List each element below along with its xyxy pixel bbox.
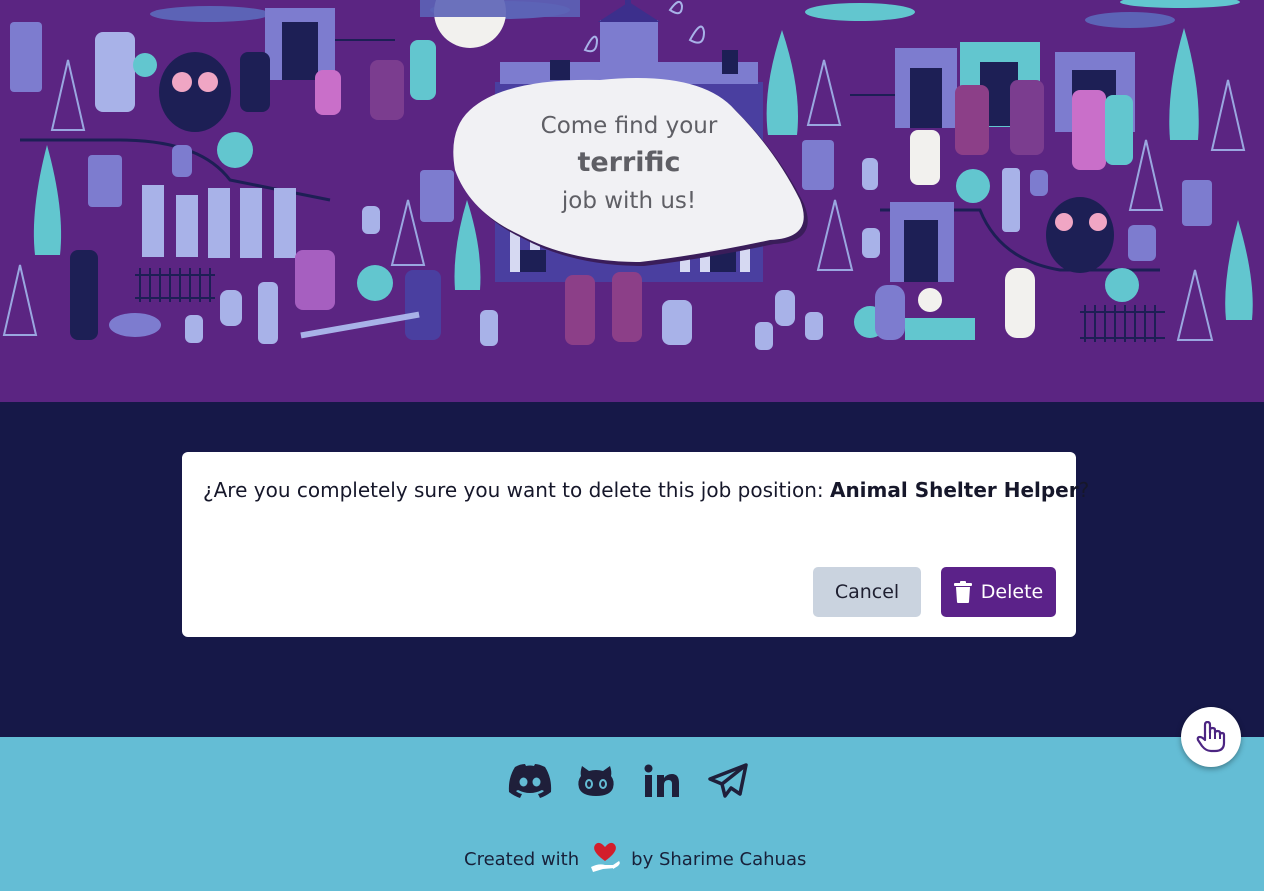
delete-label: Delete — [980, 581, 1044, 603]
linkedin-icon — [644, 764, 679, 797]
hero-banner: Come find your terrific job with us! — [0, 0, 1264, 402]
pointer-hand-icon — [1196, 721, 1226, 753]
hero-tagline: Come find your terrific job with us! — [498, 108, 760, 220]
paper-plane-icon — [708, 763, 748, 798]
delete-button[interactable]: Delete — [941, 567, 1056, 617]
cancel-label: Cancel — [834, 581, 900, 603]
tagline-line-3: job with us! — [561, 188, 697, 214]
confirmation-message: ¿Are you completely sure you want to del… — [203, 478, 1089, 502]
credit-prefix: Created with — [464, 849, 580, 870]
main-content: ¿Are you completely sure you want to del… — [0, 402, 1264, 737]
discord-link[interactable] — [508, 761, 552, 801]
credit-line: Created with by Sharime Cahuas — [464, 841, 806, 878]
delete-confirmation-dialog: ¿Are you completely sure you want to del… — [182, 452, 1089, 637]
github-icon — [578, 766, 614, 796]
tagline-line-1: Come find your — [540, 113, 718, 139]
credit-suffix: by Sharime Cahuas — [631, 849, 807, 870]
floating-accessibility-button[interactable] — [1181, 707, 1241, 767]
heart-hand-icon — [589, 841, 621, 878]
tagline-line-2: terrific — [577, 147, 681, 178]
github-link[interactable] — [574, 761, 618, 801]
discord-icon — [508, 764, 552, 798]
trash-icon — [953, 581, 972, 603]
linkedin-link[interactable] — [640, 761, 684, 801]
social-links — [508, 761, 750, 801]
message-suffix: ? — [1078, 478, 1090, 502]
telegram-link[interactable] — [706, 761, 750, 801]
message-prefix: ¿Are you completely sure you want to del… — [203, 478, 830, 502]
cancel-button[interactable]: Cancel — [813, 567, 921, 617]
job-title: Animal Shelter Helper — [829, 478, 1079, 502]
footer: Created with by Sharime Cahuas — [0, 737, 1264, 891]
